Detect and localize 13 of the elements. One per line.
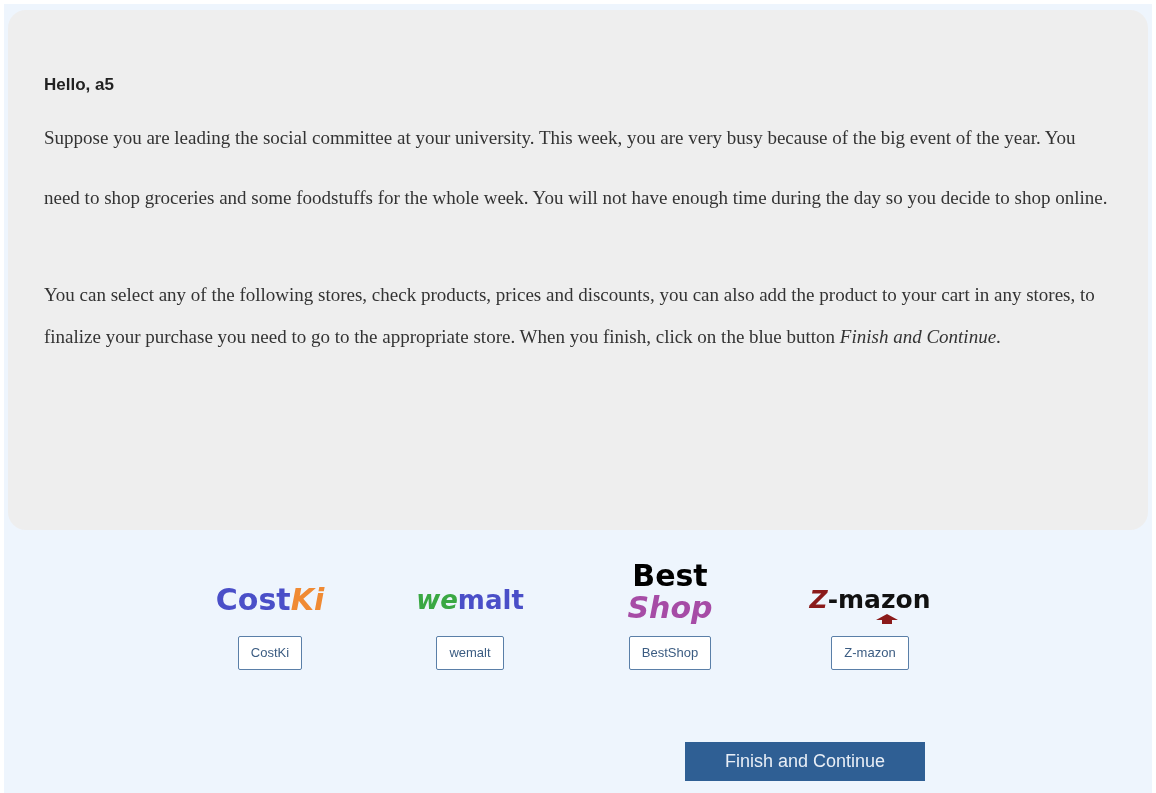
greeting: Hello, a5 [44,74,115,96]
finish-button[interactable]: Finish and Continue [685,742,925,781]
store-logo: Z-mazon [809,586,931,614]
instructions-paragraph: You can select any of the following stores, check products, prices and discounts, you can also add the product to your cart in any stores, to finalize your purchase you need to go to the appropriate store. When you finish, click on the blue button Finish and Continue. [44,282,1096,349]
store-button[interactable]: wemalt [436,636,504,670]
store-logo: wemalt [416,584,524,616]
intro-paragraph: Suppose you are leading the social committee at your university. This week, you are very busy because of the big event of the year. You need to shop groceries and some foodstuffs for the whole week. You will not have enough time during the day so you decide to shop online. [44,125,1109,210]
store-button[interactable]: CostKi [237,636,303,670]
store-button[interactable]: Z-mazon [831,636,909,670]
store-logo: Best Shop [627,560,713,624]
store-logo: CostKi [215,584,325,616]
store-button[interactable]: BestShop [628,636,712,670]
arrow-icon [875,614,898,624]
